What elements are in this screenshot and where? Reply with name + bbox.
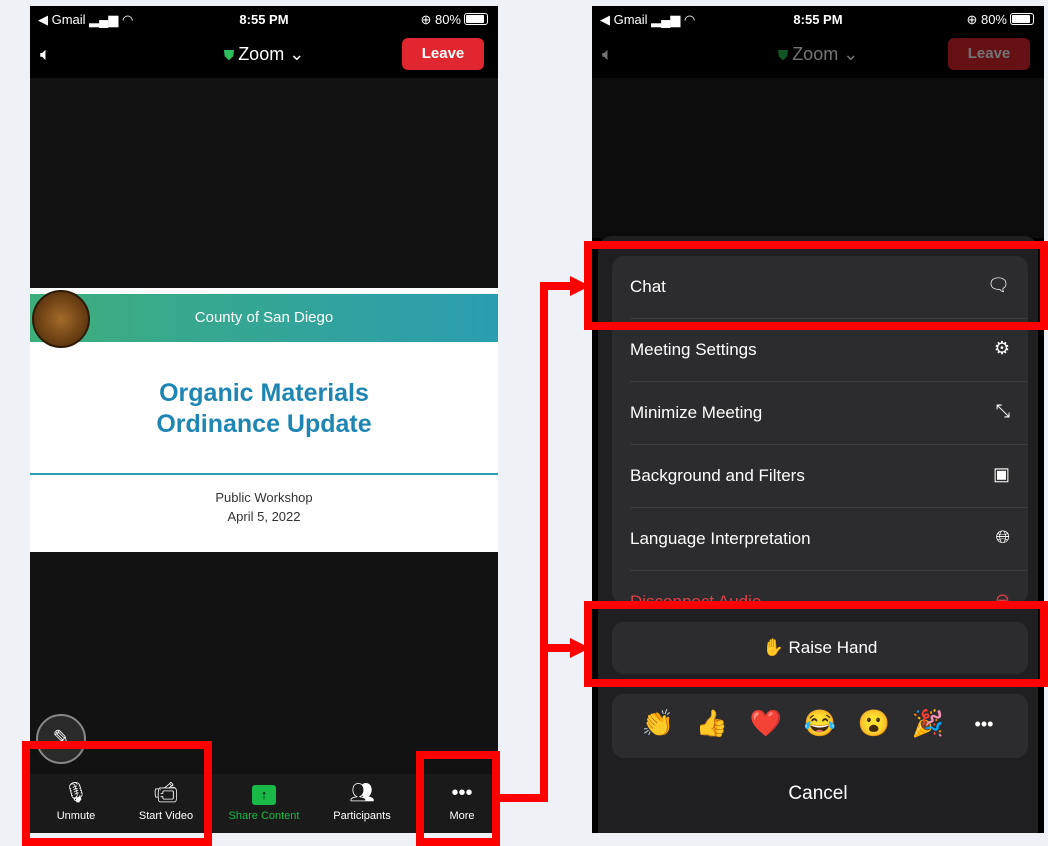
slide-banner: County of San Diego — [30, 294, 498, 342]
connector-line-raise-hand — [540, 644, 574, 652]
highlight-box-more — [416, 751, 500, 846]
battery-icon — [1010, 13, 1034, 25]
connector-line — [496, 794, 546, 802]
menu-item-minimize-meeting[interactable]: Minimize Meeting ⤡ — [612, 382, 1028, 445]
status-bar: ◀ Gmail ▂▄▆ ◠ 8:55 PM ⊕ 80% — [30, 6, 498, 32]
leave-button[interactable]: Leave — [402, 38, 484, 70]
chevron-down-icon: ⌄ — [843, 44, 859, 64]
slide-title: Organic Materials Ordinance Update — [156, 379, 372, 438]
menu-item-disconnect-audio[interactable]: Disconnect Audio ⊖ — [612, 571, 1028, 604]
video-area-top — [30, 78, 498, 288]
surprised-reaction-icon[interactable]: 😮 — [854, 708, 894, 739]
menu-item-background-filters[interactable]: Background and Filters ▣ — [612, 445, 1028, 508]
highlight-box-raise-hand — [584, 601, 1048, 687]
highlight-box-audio-video — [22, 741, 212, 846]
participants-button[interactable]: 👥︎ Participants — [316, 780, 408, 822]
more-reactions-icon[interactable]: ••• — [964, 714, 1004, 735]
shield-icon: ⛊ — [223, 47, 235, 63]
menu-item-language-interpretation[interactable]: Language Interpretation 🌐︎ — [612, 508, 1028, 571]
participants-icon: 👥︎ — [349, 782, 375, 804]
more-menu-screen: ◀ Gmail ▂▄▆ ◠ 8:55 PM ⊕ 80% 🔈︎ ⛊ Zoom ⌄ L… — [592, 6, 1044, 833]
battery-indicator: ⊕ 80% — [420, 12, 488, 28]
meeting-header: 🔈︎ ⛊ Zoom ⌄ Leave — [592, 32, 1044, 78]
clapping-reaction-icon[interactable]: 👏 — [638, 708, 678, 739]
party-reaction-icon[interactable]: 🎉 — [908, 708, 948, 739]
shield-icon: ⛊ — [777, 47, 789, 63]
connector-line-chat — [540, 282, 574, 290]
battery-indicator: ⊕ 80% — [966, 12, 1034, 28]
arrow-to-chat-icon — [570, 276, 590, 296]
chevron-down-icon: ⌄ — [289, 44, 305, 64]
video-area-dimmed — [592, 78, 1044, 238]
reactions-bar: 👏 👍 ❤️ 😂 😮 🎉 ••• — [612, 694, 1028, 758]
slide-subtitle: Public Workshop April 5, 2022 — [215, 490, 313, 524]
status-bar: ◀ Gmail ▂▄▆ ◠ 8:55 PM ⊕ 80% — [592, 6, 1044, 32]
meeting-header: 🔈︎ ⛊ Zoom ⌄ Leave — [30, 32, 498, 78]
slide-divider — [30, 473, 498, 475]
cancel-button[interactable]: Cancel — [592, 783, 1044, 805]
county-seal-icon — [32, 290, 90, 348]
globe-icon: 🌐︎ — [995, 527, 1010, 547]
share-up-arrow-icon: ↑ — [252, 785, 276, 805]
portrait-frame-icon: ▣ — [992, 464, 1010, 484]
battery-icon — [464, 13, 488, 25]
shared-slide: County of San Diego Organic Materials Ord… — [30, 288, 498, 552]
arrow-to-raise-hand-icon — [570, 638, 590, 658]
connector-line-vertical — [540, 282, 548, 802]
leave-button: Leave — [948, 38, 1030, 70]
heart-reaction-icon[interactable]: ❤️ — [746, 708, 786, 739]
laughing-reaction-icon[interactable]: 😂 — [800, 708, 840, 739]
highlight-box-chat — [584, 241, 1048, 330]
minimize-arrows-icon: ⤡ — [995, 401, 1010, 421]
thumbs-up-reaction-icon[interactable]: 👍 — [692, 708, 732, 739]
gear-icon: ⚙︎ — [993, 338, 1010, 358]
meeting-screen: ◀ Gmail ▂▄▆ ◠ 8:55 PM ⊕ 80% 🔈︎ ⛊ Zoom ⌄ L… — [30, 6, 498, 833]
share-content-button[interactable]: ↑ Share Content — [218, 780, 310, 822]
